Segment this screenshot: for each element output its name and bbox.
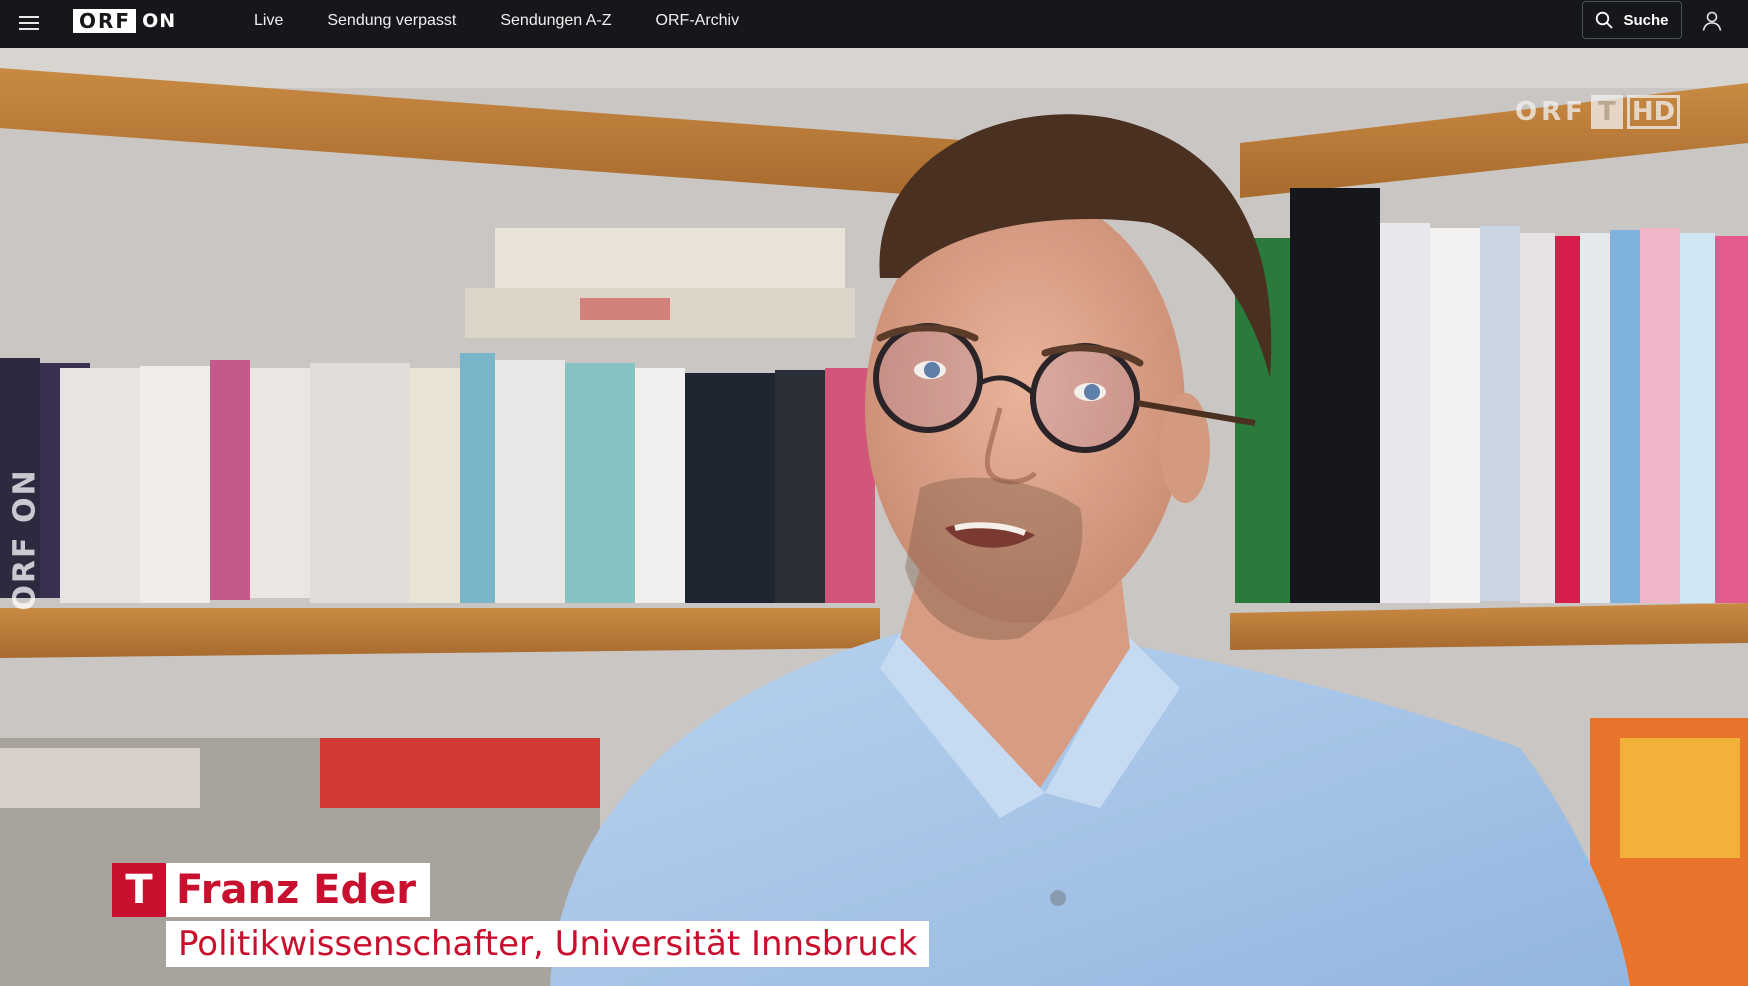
main-menu: Live Sendung verpasst Sendungen A-Z ORF-… (254, 0, 783, 42)
speaker-title: Politikwissenschafter, Universität Innsb… (166, 921, 930, 967)
logo-orf-box: ORF (73, 9, 137, 33)
nav-link-sendungen-a-z[interactable]: Sendungen A-Z (500, 12, 611, 30)
channel-logo-orf-t-hd: ORF T HD (1515, 93, 1681, 131)
logo-on-text: ON (142, 10, 177, 32)
nav-link-sendung-verpasst[interactable]: Sendung verpasst (327, 12, 456, 30)
hamburger-icon[interactable] (19, 13, 39, 33)
search-icon (1596, 11, 1613, 29)
channel-logo-hd: HD (1626, 95, 1681, 129)
side-watermark-text: ORF ON (7, 467, 43, 611)
speaker-name: Franz Eder (166, 863, 430, 917)
orf-on-side-watermark: ORF ON (8, 468, 43, 610)
nav-link-orf-archiv[interactable]: ORF-Archiv (656, 12, 740, 30)
orf-on-logo[interactable]: ORF ON (73, 9, 176, 33)
search-button[interactable]: Suche (1582, 1, 1682, 39)
channel-logo-orf: ORF (1515, 97, 1587, 127)
lower-third-caption: T Franz Eder Politikwissenschafter, Univ… (112, 863, 930, 967)
nav-link-live[interactable]: Live (254, 12, 283, 30)
top-navigation: ORF ON Live Sendung verpasst Sendungen A… (0, 0, 1748, 48)
lower-third-badge: T (112, 863, 166, 917)
search-button-label: Suche (1623, 11, 1669, 29)
user-icon[interactable] (1700, 9, 1724, 33)
video-frame-interview (0, 48, 1748, 986)
channel-logo-t: T (1590, 95, 1623, 129)
video-player[interactable]: ORF T HD ORF ON T Franz Eder Politikwiss… (0, 48, 1748, 986)
lower-third-name-row: T Franz Eder (112, 863, 929, 917)
